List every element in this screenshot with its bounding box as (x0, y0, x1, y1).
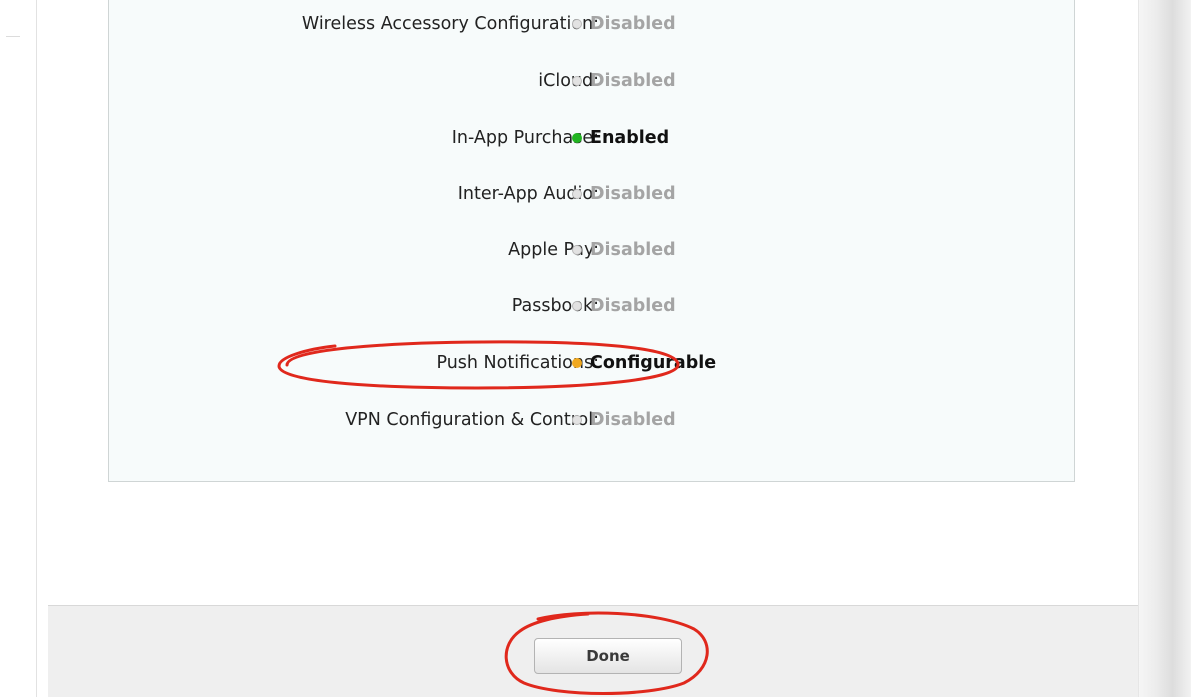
background-page-edge (0, 0, 37, 697)
capability-row-apple-pay: Apple Pay: Disabled (109, 237, 1076, 263)
capabilities-panel: Wireless Accessory Configuration: Disabl… (108, 0, 1075, 482)
status-dot-icon (572, 301, 582, 311)
capability-status[interactable]: Configurable (572, 350, 716, 376)
capability-status: Disabled (572, 293, 676, 319)
capability-label: Wireless Accessory Configuration: (301, 14, 599, 34)
status-text: Enabled (590, 128, 670, 148)
status-dot-icon (572, 189, 582, 199)
status-dot-icon (572, 358, 582, 368)
status-dot-icon (572, 245, 582, 255)
capability-row-passbook: Passbook: Disabled (109, 293, 1076, 319)
status-dot-icon (572, 76, 582, 86)
capability-row-in-app-purchase: In-App Purchase: Enabled (109, 125, 1076, 151)
capability-status: Disabled (572, 11, 676, 37)
capability-status: Enabled (572, 125, 669, 151)
capability-label: VPN Configuration & Control: (345, 410, 599, 430)
status-text: Disabled (590, 296, 676, 316)
capability-row-vpn-configuration: VPN Configuration & Control: Disabled (109, 407, 1076, 433)
status-dot-icon (572, 133, 582, 143)
status-text: Disabled (590, 14, 676, 34)
capability-status: Disabled (572, 68, 676, 94)
status-text: Disabled (590, 71, 676, 91)
capability-status: Disabled (572, 181, 676, 207)
capability-status: Disabled (572, 407, 676, 433)
capability-row-inter-app-audio: Inter-App Audio: Disabled (109, 181, 1076, 207)
capability-status: Disabled (572, 237, 676, 263)
status-text: Configurable (590, 353, 717, 373)
status-text: Disabled (590, 184, 676, 204)
background-page-shadow (1138, 0, 1191, 697)
dialog-footer: Done (48, 605, 1138, 697)
status-dot-icon (572, 415, 582, 425)
status-dot-icon (572, 19, 582, 29)
status-text: Disabled (590, 410, 676, 430)
done-button[interactable]: Done (534, 638, 682, 674)
capability-row-icloud: iCloud: Disabled (109, 68, 1076, 94)
page-edge-line (6, 36, 20, 37)
capabilities-dialog: Wireless Accessory Configuration: Disabl… (48, 0, 1138, 697)
capability-row-push-notifications[interactable]: Push Notifications: Configurable (109, 350, 1076, 376)
status-text: Disabled (590, 240, 676, 260)
capability-row-wireless-accessory: Wireless Accessory Configuration: Disabl… (109, 11, 1076, 37)
